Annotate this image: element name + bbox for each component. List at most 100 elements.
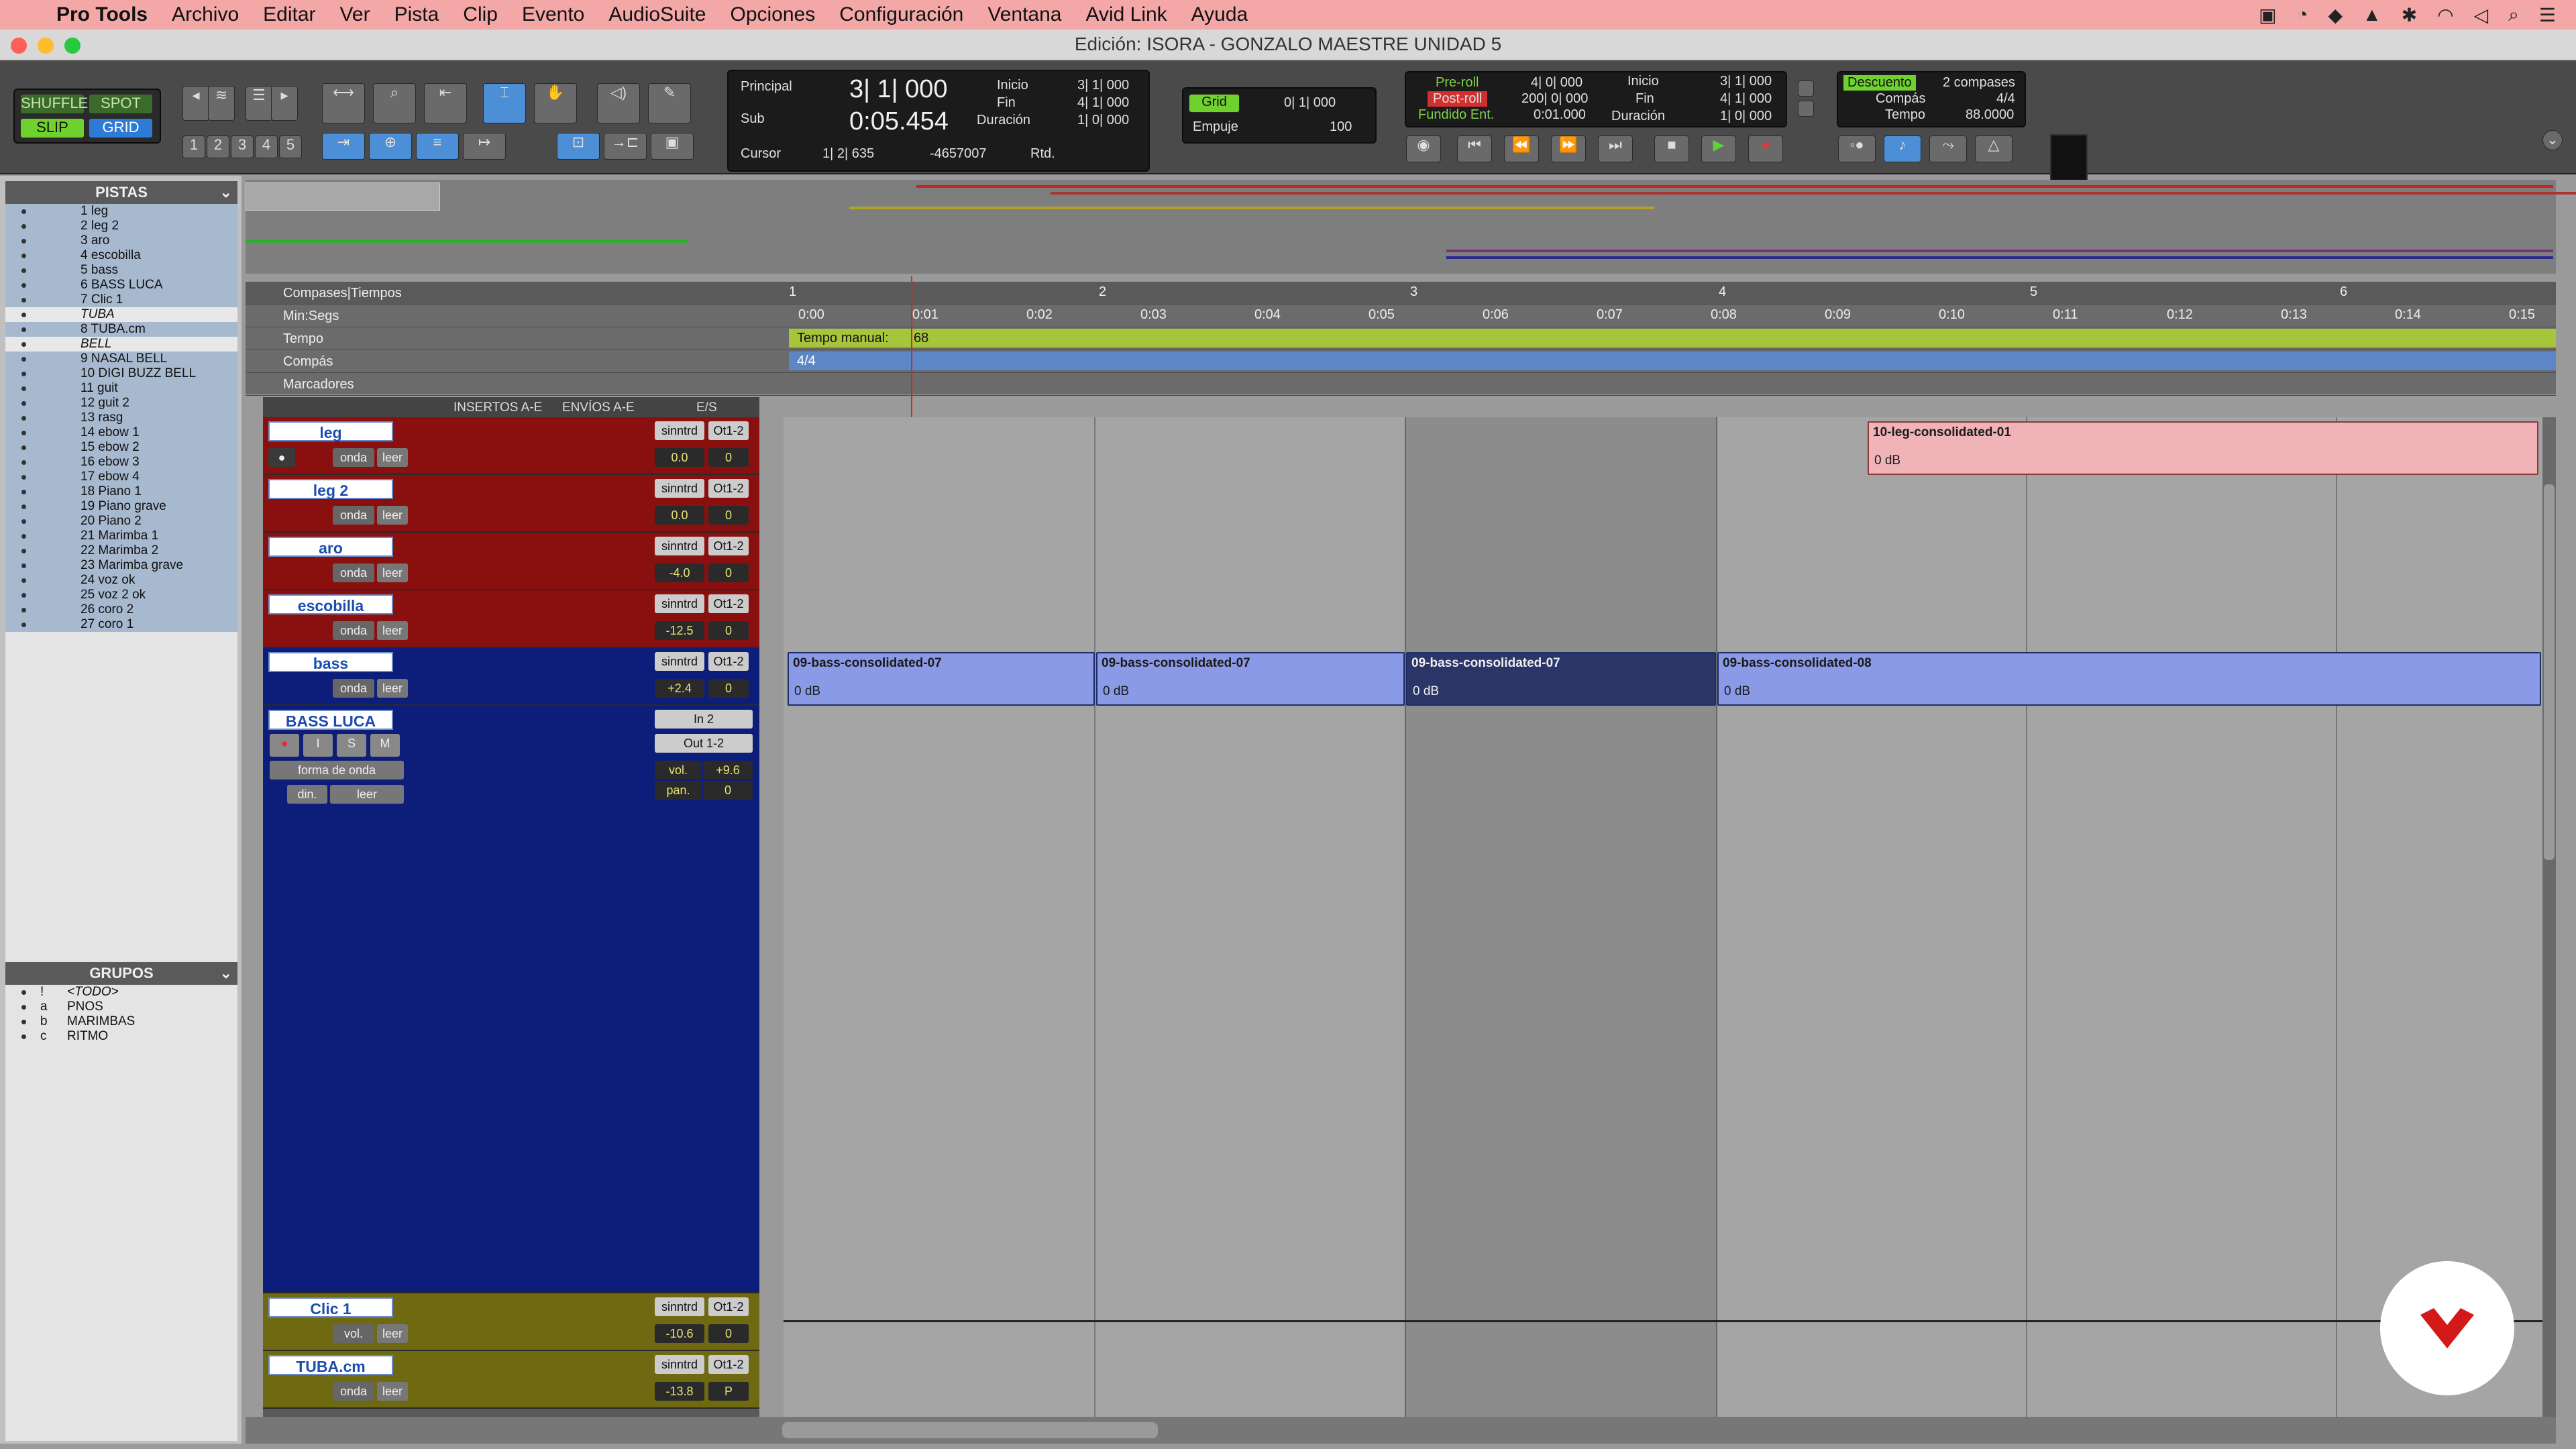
wifi-icon[interactable]: ◠ [2437, 4, 2453, 26]
track-list-item[interactable]: 16 ebow 3 [5, 455, 237, 470]
transport-fin-value[interactable]: 4| 1| 000 [1720, 91, 1772, 107]
insertion-follows-icon[interactable]: ↦ [463, 133, 506, 160]
keyboard-focus-icon[interactable]: ▣ [651, 133, 694, 160]
menu-editar[interactable]: Editar [263, 3, 315, 26]
bluetooth-icon[interactable]: ✱ [2402, 4, 2417, 26]
track-list-item[interactable]: 27 coro 1 [5, 617, 237, 632]
universe-overview[interactable] [246, 180, 2576, 274]
menu-audiosuite[interactable]: AudioSuite [608, 3, 706, 26]
clip-gain[interactable]: 0 dB [1724, 684, 1750, 699]
track-header-bass[interactable]: bass onda leer sinntrd Ot1-2 +2.4 0 [263, 648, 759, 706]
track-name-leg-2[interactable]: leg 2 [268, 479, 393, 499]
track-header-leg-2[interactable]: leg 2 onda leer sinntrd Ot1-2 0.0 0 [263, 475, 759, 533]
pan-value[interactable]: 0 [708, 621, 749, 640]
wait-for-note-icon[interactable]: ♪ [1884, 136, 1921, 162]
pan-value[interactable]: 0 [708, 1324, 749, 1343]
track-header-clic-1[interactable]: Clic 1 vol. leer sinntrd Ot1-2 -10.6 0 [263, 1293, 759, 1351]
grid-mode-button[interactable]: GRID [89, 118, 153, 138]
output-selector[interactable]: Ot1-2 [708, 1355, 749, 1374]
pan-value[interactable]: P [708, 1382, 749, 1401]
input-monitor-button[interactable]: I [303, 734, 333, 757]
track-name-bass-luca[interactable]: BASS LUCA [268, 710, 393, 730]
volume-value[interactable]: 0.0 [655, 506, 704, 525]
input-selector[interactable]: sinntrd [655, 594, 704, 613]
grid-label[interactable]: Grid [1189, 94, 1240, 113]
track-list-item[interactable]: 5 bass [5, 263, 237, 278]
zoom-preset-5[interactable]: 5 [279, 136, 302, 158]
automation-mode[interactable]: leer [330, 785, 404, 804]
zoom-midi-icon[interactable]: ☰ [246, 86, 272, 121]
rewind-icon[interactable]: ⏪ [1504, 136, 1539, 162]
automation-mode[interactable]: leer [377, 679, 408, 698]
app-status-icon[interactable]: ▣ [2259, 4, 2276, 26]
input-selector[interactable]: sinntrd [655, 421, 704, 440]
menu-pista[interactable]: Pista [394, 3, 439, 26]
group-list-item[interactable]: b MARIMBAS [5, 1014, 237, 1029]
view-selector[interactable]: onda [333, 679, 374, 698]
shuffle-mode-button[interactable]: SHUFFLE [20, 94, 88, 114]
solo-button[interactable]: S [337, 734, 366, 757]
vertical-scroll-thumb[interactable] [2544, 484, 2555, 860]
tracks-panel-menu-icon[interactable]: ⌄ [220, 181, 232, 204]
zoom-audio-icon[interactable]: ≋ [208, 86, 235, 121]
transport-option-icon[interactable] [1798, 80, 1814, 97]
track-list-item[interactable]: 24 voz ok [5, 573, 237, 588]
bars-beats-ruler[interactable]: Compases|Tiempos 1 2 3 4 5 6 [246, 282, 2556, 305]
mirror-midi-icon[interactable]: ⊡ [557, 133, 600, 160]
window-options-icon[interactable]: ⌄ [2542, 130, 2563, 150]
view-selector[interactable]: onda [333, 621, 374, 640]
output-selector[interactable]: Ot1-2 [708, 1297, 749, 1316]
menu-clip[interactable]: Clip [463, 3, 498, 26]
input-selector[interactable]: sinntrd [655, 1355, 704, 1374]
track-list-item[interactable]: 13 rasg [5, 411, 237, 425]
fast-forward-icon[interactable]: ⏩ [1551, 136, 1586, 162]
track-list-item[interactable]: 11 guit [5, 381, 237, 396]
menu-ver[interactable]: Ver [340, 3, 370, 26]
countoff-label[interactable]: Descuento [1843, 75, 1916, 91]
input-selector[interactable]: sinntrd [655, 479, 704, 498]
meter-ruler[interactable]: Compás 4/4 [246, 350, 2556, 373]
tempo-value[interactable]: 88.0000 [1966, 107, 2014, 123]
volume-icon[interactable]: ◁ [2474, 4, 2489, 26]
view-selector[interactable]: onda [333, 1382, 374, 1401]
menu-evento[interactable]: Evento [522, 3, 584, 26]
input-selector[interactable]: sinntrd [655, 652, 704, 671]
output-selector[interactable]: Ot1-2 [708, 652, 749, 671]
automation-mode[interactable]: leer [377, 621, 408, 640]
markers-ruler[interactable]: Marcadores [246, 373, 2556, 396]
track-list-item[interactable]: 21 Marimba 1 [5, 529, 237, 543]
input-selector[interactable]: In 2 [655, 710, 753, 729]
output-selector[interactable]: Ot1-2 [708, 421, 749, 440]
return-to-zero-icon[interactable]: ⏮ [1457, 136, 1492, 162]
tempo-manual-value[interactable]: 68 [914, 331, 928, 346]
input-selector[interactable]: sinntrd [655, 1297, 704, 1316]
pan-value[interactable]: 0 [708, 448, 749, 467]
pencil-tool-icon[interactable]: ✎ [648, 83, 691, 123]
volume-value[interactable]: +9.6 [703, 761, 753, 780]
preroll-value[interactable]: 4| 0| 000 [1531, 75, 1582, 91]
spotlight-search-icon[interactable]: ⌕ [2508, 4, 2519, 26]
zoom-preset-1[interactable]: 1 [182, 136, 205, 158]
track-list-item[interactable]: 6 BASS LUCA [5, 278, 237, 292]
preroll-label[interactable]: Pre-roll [1436, 75, 1479, 91]
track-list-item[interactable]: 25 voz 2 ok [5, 588, 237, 602]
audio-clip-bass[interactable]: 09-bass-consolidated-08 0 dB [1717, 652, 2541, 706]
menu-app[interactable]: Pro Tools [56, 3, 148, 26]
magnifier-tool-icon[interactable]: ⌕ [373, 83, 416, 123]
volume-value[interactable]: -4.0 [655, 564, 704, 582]
pan-value[interactable]: 0 [708, 506, 749, 525]
track-name-clic-1[interactable]: Clic 1 [268, 1297, 393, 1318]
nudge-value[interactable]: 100 [1330, 119, 1352, 135]
mute-button[interactable]: M [370, 734, 400, 757]
fin-value[interactable]: 4| 1| 000 [1077, 95, 1129, 111]
countoff-value[interactable]: 2 compases [1943, 75, 2015, 91]
meter-value[interactable]: 4/4 [1996, 91, 2015, 107]
go-to-end-icon[interactable]: ⏭ [1598, 136, 1633, 162]
track-name-aro[interactable]: aro [268, 537, 393, 557]
volume-value[interactable]: -13.8 [655, 1382, 704, 1401]
audio-clip-bass[interactable]: 09-bass-consolidated-07 0 dB [1096, 652, 1405, 706]
track-list-item[interactable]: 8 TUBA.cm [5, 322, 237, 337]
volume-value[interactable]: -12.5 [655, 621, 704, 640]
zoom-preset-2[interactable]: 2 [207, 136, 229, 158]
upload-icon[interactable]: ▲ [2363, 4, 2381, 25]
